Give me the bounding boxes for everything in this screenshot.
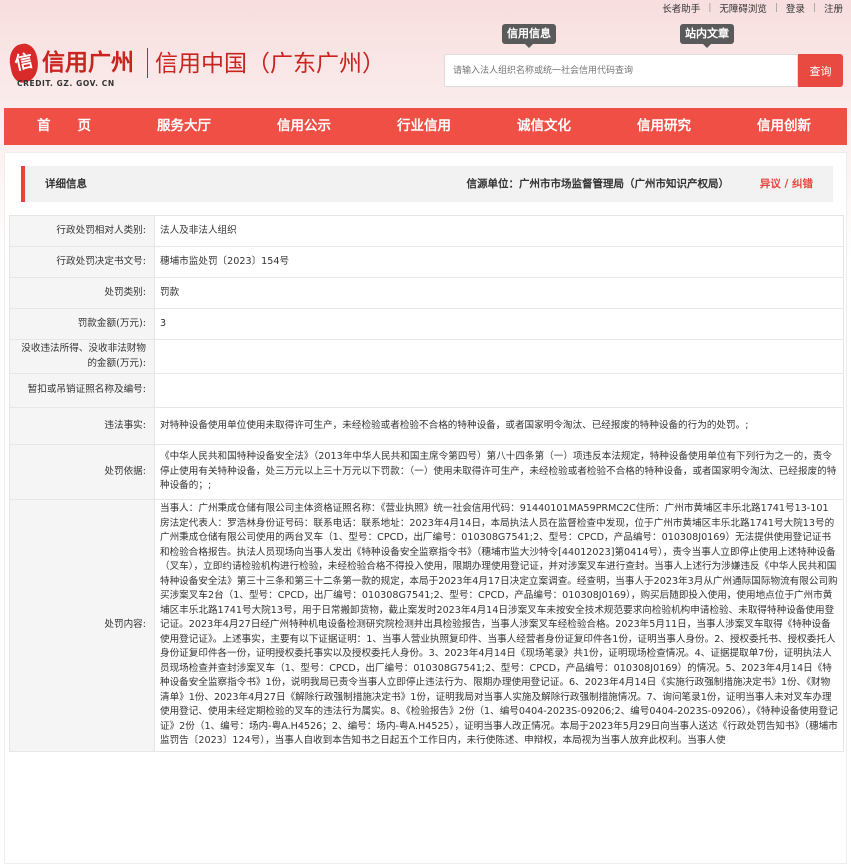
row-value: 罚款 [154, 277, 844, 309]
site-title: 信用中国（广东广州） [155, 51, 385, 77]
header-divider [147, 48, 148, 78]
nav-item-integrity-culture[interactable]: 诚信文化 [484, 108, 604, 145]
row-value [154, 373, 844, 408]
source-unit: 信源单位：广州市市场监督管理局（广州市知识产权局） [466, 178, 730, 190]
table-row: 处罚类别: 罚款 [9, 277, 844, 309]
table-row: 暂扣或吊销证照名称及编号: [9, 373, 844, 408]
row-value: 法人及非法人组织 [154, 215, 844, 247]
top-utility-bar: 长者助手 | 无障碍浏览 | 登录 | 注册 [654, 0, 851, 16]
nav-item-industry-credit[interactable]: 行业信用 [364, 108, 484, 145]
objection-correction-link[interactable]: 异议 / 纠错 [760, 166, 813, 202]
row-label: 罚款金额(万元): [9, 308, 155, 340]
row-value: 穗埔市监处罚〔2023〕154号 [154, 246, 844, 278]
row-label: 暂扣或吊销证照名称及编号: [9, 373, 155, 408]
main-nav: 首 页 服务大厅 信用公示 行业信用 诚信文化 信用研究 信用创新 [4, 108, 847, 145]
login-link[interactable]: 登录 [778, 1, 813, 15]
table-row: 行政处罚相对人类别: 法人及非法人组织 [9, 215, 844, 247]
table-row: 违法事实: 对特种设备使用单位使用未取得许可生产，未经检验或者检验不合格的特种设… [9, 407, 844, 445]
penalty-detail-table: 行政处罚相对人类别: 法人及非法人组织 行政处罚决定书文号: 穗埔市监处罚〔20… [9, 215, 844, 752]
row-label: 处罚内容: [9, 499, 155, 752]
row-label: 处罚类别: [9, 277, 155, 309]
accessibility-link[interactable]: 无障碍浏览 [711, 1, 775, 15]
row-value [154, 339, 844, 374]
table-row: 处罚依据: 《中华人民共和国特种设备安全法》（2013年中华人民共和国主席令第四… [9, 444, 844, 500]
nav-item-service-hall[interactable]: 服务大厅 [124, 108, 244, 145]
site-logo-text[interactable]: 信用广州 [42, 43, 134, 77]
search-box [444, 54, 798, 87]
nav-item-credit-disclosure[interactable]: 信用公示 [244, 108, 364, 145]
register-link[interactable]: 注册 [816, 1, 851, 15]
search-tab-articles[interactable]: 站内文章 [680, 24, 734, 48]
row-label: 违法事实: [9, 407, 155, 445]
row-label: 行政处罚相对人类别: [9, 215, 155, 247]
table-row: 行政处罚决定书文号: 穗埔市监处罚〔2023〕154号 [9, 246, 844, 278]
detail-content: 详细信息 信源单位：广州市市场监督管理局（广州市知识产权局） 异议 / 纠错 行… [4, 152, 847, 864]
search-button[interactable]: 查询 [798, 54, 843, 87]
table-row: 处罚内容: 当事人：广州秉成仓储有限公司主体资格证照名称：《营业执照》统一社会信… [9, 499, 844, 752]
elder-assistant-link[interactable]: 长者助手 [654, 1, 708, 15]
detail-title: 详细信息 [45, 178, 87, 190]
table-row: 罚款金额(万元): 3 [9, 308, 844, 340]
nav-item-home[interactable]: 首 页 [4, 108, 124, 145]
search-input[interactable] [445, 55, 795, 86]
detail-header: 详细信息 信源单位：广州市市场监督管理局（广州市知识产权局） 异议 / 纠错 [21, 166, 833, 202]
row-label: 没收违法所得、没收非法财物的金额(万元): [9, 339, 155, 374]
nav-item-credit-innovation[interactable]: 信用创新 [724, 108, 844, 145]
row-label: 处罚依据: [9, 444, 155, 500]
site-logo-domain: CREDIT. GZ. GOV. CN [17, 79, 115, 88]
row-value: 《中华人民共和国特种设备安全法》（2013年中华人民共和国主席令第四号）第八十四… [154, 444, 844, 500]
row-value: 当事人：广州秉成仓储有限公司主体资格证照名称：《营业执照》统一社会信用代码：91… [154, 499, 844, 752]
search-tab-credit-info[interactable]: 信用信息 [502, 24, 556, 48]
row-value: 3 [154, 308, 844, 340]
table-row: 没收违法所得、没收非法财物的金额(万元): [9, 339, 844, 374]
row-value: 对特种设备使用单位使用未取得许可生产，未经检验或者检验不合格的特种设备，或者国家… [154, 407, 844, 445]
nav-item-credit-research[interactable]: 信用研究 [604, 108, 724, 145]
row-label: 行政处罚决定书文号: [9, 246, 155, 278]
